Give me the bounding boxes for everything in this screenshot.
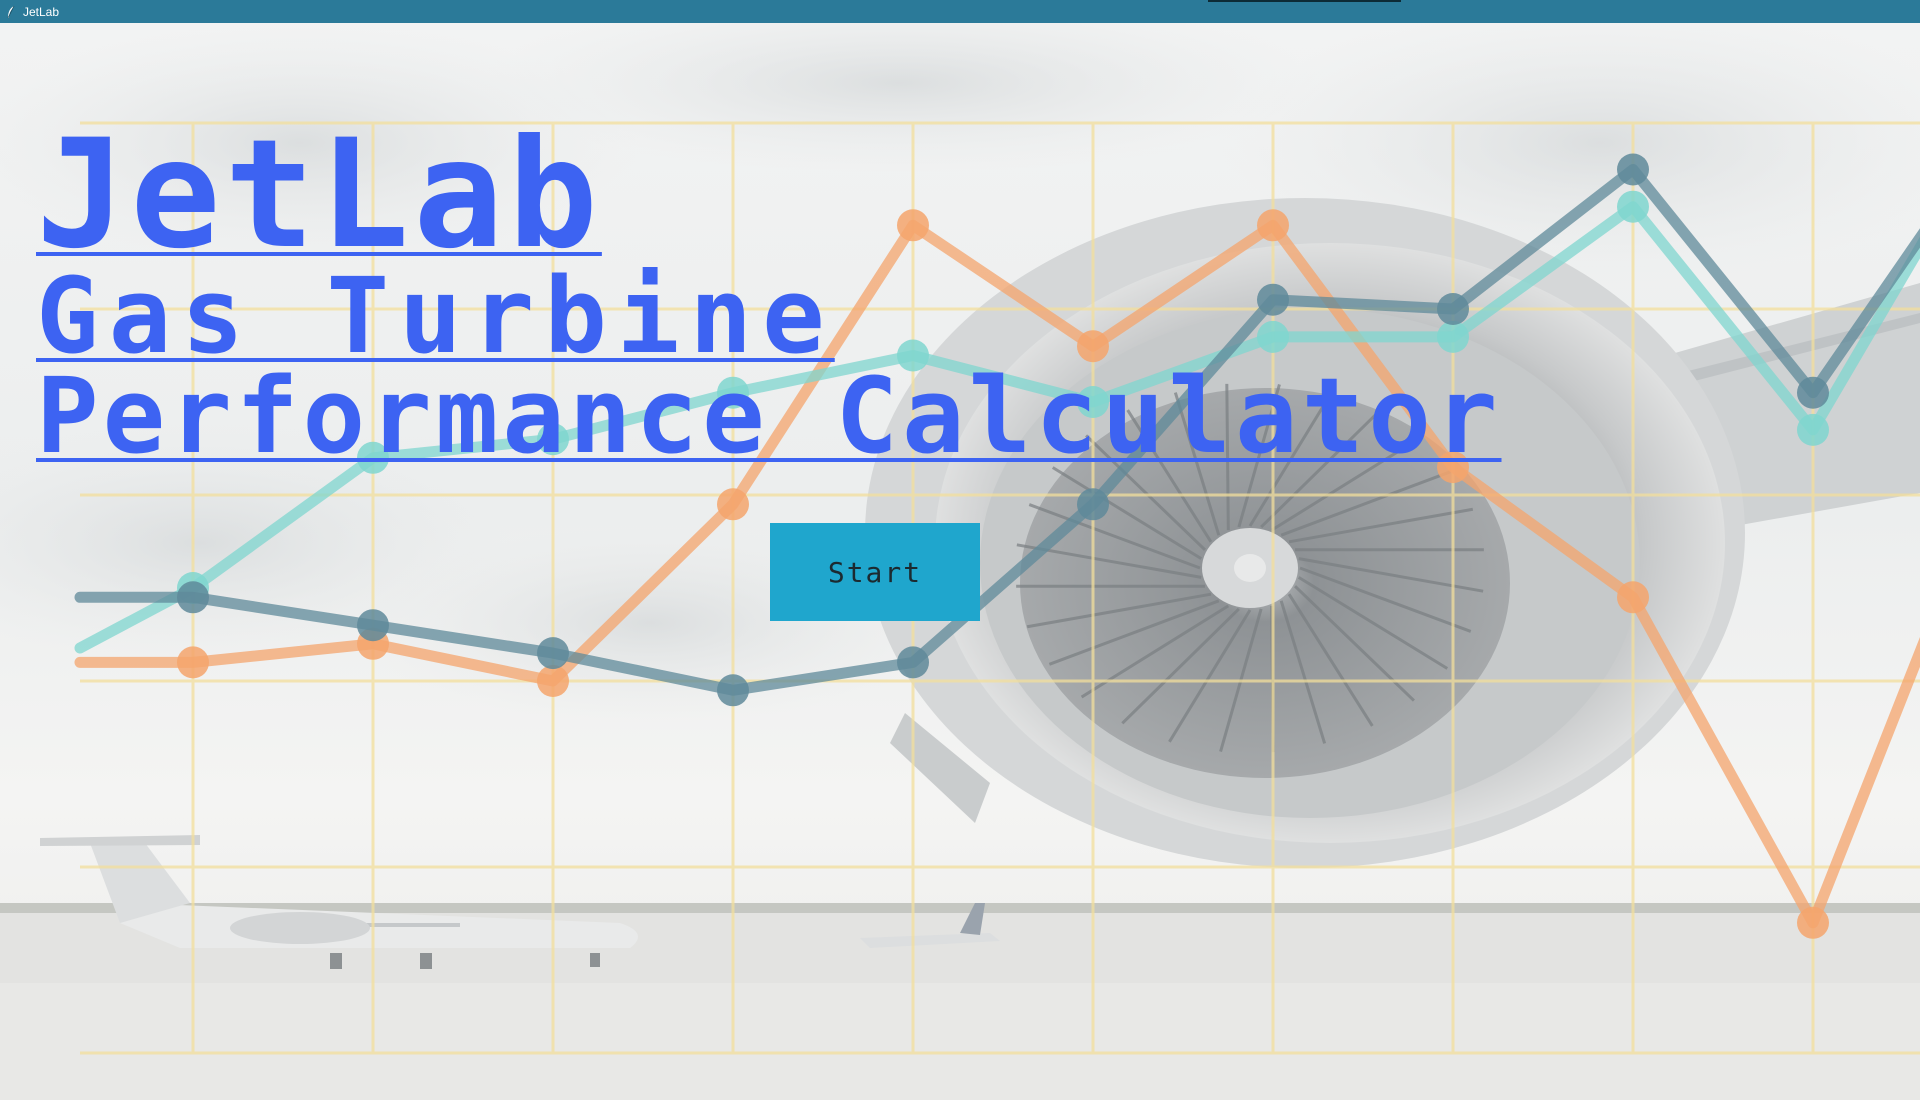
chart-point <box>1797 413 1829 446</box>
chart-point <box>1077 488 1109 521</box>
titlebar-indicator <box>1208 0 1401 2</box>
start-button[interactable]: Start <box>770 523 980 621</box>
feather-icon <box>5 4 17 20</box>
chart-point <box>537 637 569 670</box>
chart-point <box>357 609 389 642</box>
chart-point <box>1617 153 1649 186</box>
chart-point <box>1617 190 1649 223</box>
window-titlebar[interactable]: JetLab <box>0 0 1920 23</box>
title-block: JetLab Gas Turbine Performance Calculato… <box>36 120 1502 468</box>
chart-point <box>1617 581 1649 614</box>
chart-point <box>177 646 209 679</box>
chart-point <box>177 581 209 614</box>
chart-point <box>897 646 929 679</box>
subtitle-line-2: Performance Calculator <box>36 355 1502 477</box>
chart-point <box>717 674 749 707</box>
app-title: JetLab <box>36 108 602 282</box>
chart-point <box>1797 906 1829 939</box>
subtitle-line-1: Gas Turbine <box>36 255 835 377</box>
chart-point <box>1797 376 1829 409</box>
app-window: JetLab JetLab Gas Turbine Performance Ca… <box>0 0 1920 1100</box>
chart-point <box>537 665 569 697</box>
chart-point <box>717 488 749 521</box>
window-title: JetLab <box>23 4 60 19</box>
